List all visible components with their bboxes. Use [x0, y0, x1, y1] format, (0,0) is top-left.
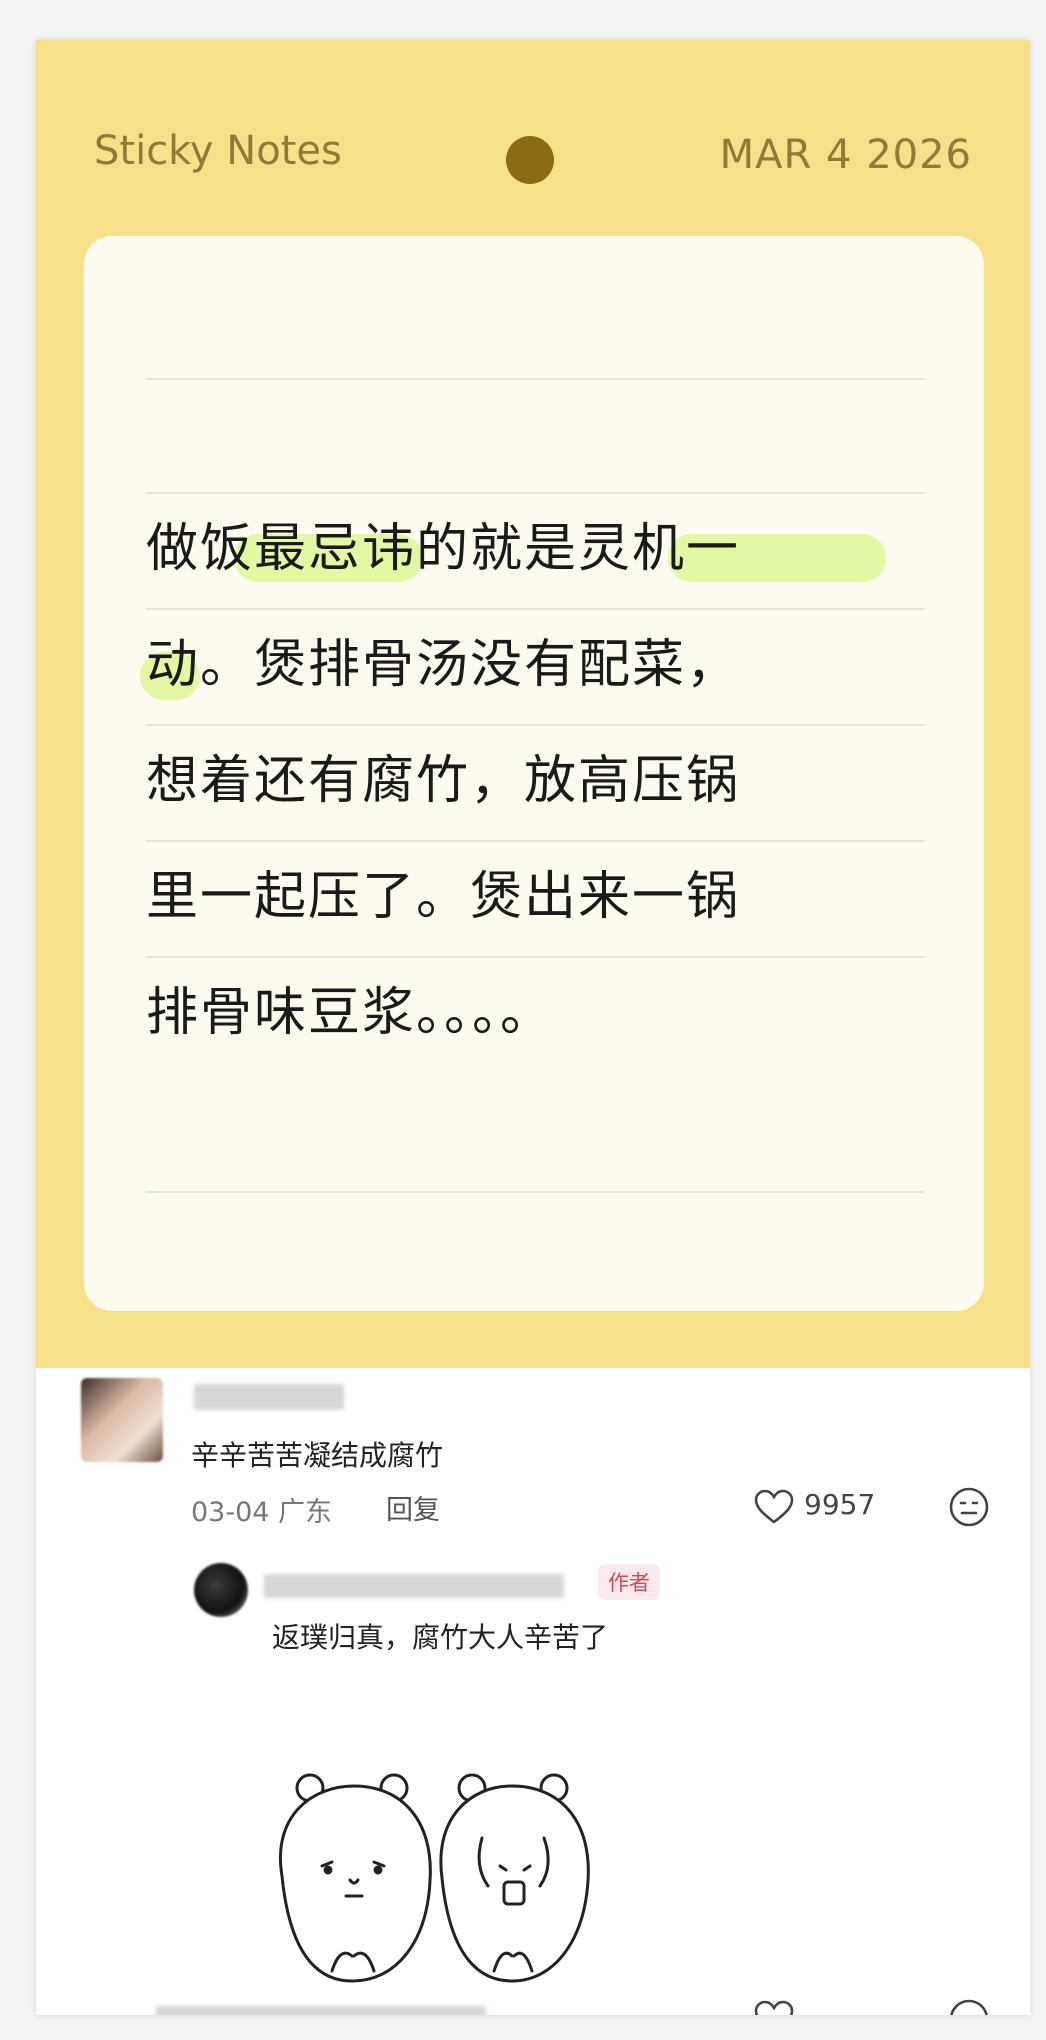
note-line: 动。煲排骨汤没有配菜，: [146, 635, 741, 695]
heart-outline-icon[interactable]: [754, 2000, 794, 2015]
comment-meta: 03-04 广东: [191, 1490, 332, 1529]
comment-text: 辛辛苦苦凝结成腐竹: [191, 1439, 444, 1472]
bear-sticker-icon: [279, 1773, 590, 1983]
reply-button[interactable]: 回复: [386, 1488, 440, 1527]
note-paper: 做饭最忌讳的就是灵机一 动。煲排骨汤没有配菜， 想着还有腐竹，放高压锅 里一起压…: [84, 236, 984, 1311]
avatar[interactable]: [81, 1378, 163, 1462]
note-line: 排骨味豆浆。。。。: [146, 983, 555, 1043]
paper-rule: [146, 378, 924, 380]
username-redacted[interactable]: [194, 1384, 344, 1410]
comment-section: 辛辛苦苦凝结成腐竹 03-04 广东 回复 9957 作者 返璞归真，腐竹大人辛…: [36, 1368, 1030, 2015]
screen: Sticky Notes MAR 4 2026 做饭最忌讳的就是灵机一 动。煲排…: [36, 40, 1030, 2015]
note-line: 想着还有腐竹，放高压锅: [146, 751, 741, 811]
note-body: 做饭最忌讳的就是灵机一 动。煲排骨汤没有配菜， 想着还有腐竹，放高压锅 里一起压…: [146, 491, 936, 1071]
redacted-text: [156, 2006, 486, 2015]
author-badge: 作者: [598, 1564, 660, 1600]
reply-text: 返璞归真，腐竹大人辛苦了: [272, 1621, 609, 1654]
neutral-face-icon[interactable]: [948, 1486, 990, 1528]
like-count: 9957: [804, 1488, 876, 1521]
username-redacted[interactable]: [264, 1574, 564, 1598]
paper-rule: [146, 1191, 924, 1193]
comment-location: 广东: [278, 1497, 333, 1528]
comment-date: 03-04: [191, 1497, 270, 1528]
note-title: Sticky Notes: [94, 128, 342, 174]
note-date: MAR 4 2026: [719, 132, 972, 178]
note-line: 做饭最忌讳的就是灵机一: [146, 519, 741, 579]
pin-icon: [506, 136, 554, 184]
neutral-face-icon[interactable]: [948, 1998, 990, 2015]
note-line: 里一起压了。煲出来一锅: [146, 867, 741, 927]
sticky-note: Sticky Notes MAR 4 2026 做饭最忌讳的就是灵机一 动。煲排…: [36, 40, 1030, 1368]
heart-outline-icon[interactable]: [754, 1489, 794, 1525]
avatar[interactable]: [194, 1563, 248, 1617]
